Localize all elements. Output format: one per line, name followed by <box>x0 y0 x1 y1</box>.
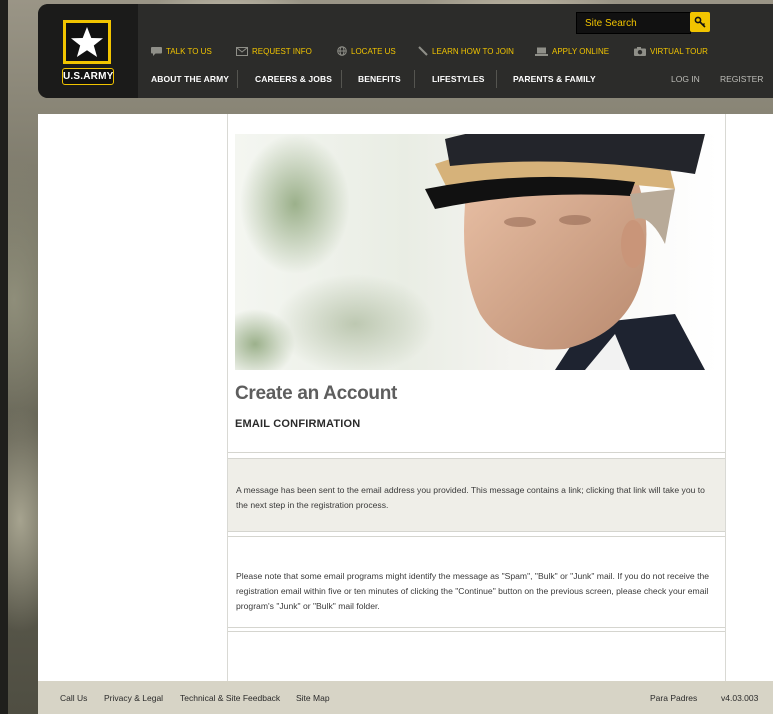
left-edge-strip <box>0 0 8 714</box>
footer-call-us-link[interactable]: Call Us <box>60 693 87 703</box>
divider <box>228 452 725 453</box>
soldier-portrait-icon <box>235 134 705 370</box>
spam-note: Please note that some email programs mig… <box>236 571 710 611</box>
footer-para-padres-link[interactable]: Para Padres <box>650 693 697 703</box>
learn-how-to-join-link[interactable]: LEARN HOW TO JOIN <box>418 45 514 57</box>
footer-privacy-legal-link[interactable]: Privacy & Legal <box>104 693 163 703</box>
left-sidebar <box>38 114 228 681</box>
nav-separator <box>496 70 497 88</box>
talk-to-us-label: TALK TO US <box>166 46 212 56</box>
nav-lifestyles[interactable]: LIFESTYLES <box>432 74 484 84</box>
nav-about-the-army[interactable]: ABOUT THE ARMY <box>151 74 229 84</box>
footer-site-map-link[interactable]: Site Map <box>296 693 330 703</box>
nav-separator <box>237 70 238 88</box>
request-info-link[interactable]: REQUEST INFO <box>236 45 312 57</box>
divider <box>228 536 725 537</box>
virtual-tour-link[interactable]: VIRTUAL TOUR <box>634 45 708 57</box>
talk-to-us-link[interactable]: TALK TO US <box>151 45 212 57</box>
camera-icon <box>634 46 646 56</box>
star-icon <box>71 27 103 57</box>
page-title: Create an Account <box>235 383 398 404</box>
nav-careers-jobs[interactable]: CAREERS & JOBS <box>255 74 332 84</box>
request-info-label: REQUEST INFO <box>252 46 312 56</box>
key-icon <box>694 16 706 28</box>
divider <box>228 631 725 632</box>
nav-separator <box>341 70 342 88</box>
chat-icon <box>151 46 162 56</box>
learn-how-to-join-label: LEARN HOW TO JOIN <box>432 46 514 56</box>
army-wordmark: U.S.ARMY <box>62 68 114 85</box>
army-star-logo[interactable] <box>63 20 111 64</box>
locate-us-label: LOCATE US <box>351 46 396 56</box>
search-button[interactable] <box>690 12 710 32</box>
locate-us-link[interactable]: LOCATE US <box>337 45 396 57</box>
pencil-icon <box>418 46 428 56</box>
globe-icon <box>337 46 347 56</box>
envelope-icon <box>236 46 248 56</box>
nav-benefits[interactable]: BENEFITS <box>358 74 401 84</box>
laptop-icon <box>535 47 548 56</box>
confirmation-message: A message has been sent to the email add… <box>236 485 705 510</box>
nav-parents-family[interactable]: PARENTS & FAMILY <box>513 74 596 84</box>
nav-separator <box>414 70 415 88</box>
register-link[interactable]: REGISTER <box>720 74 763 84</box>
footer-feedback-link[interactable]: Technical & Site Feedback <box>180 693 280 703</box>
virtual-tour-label: VIRTUAL TOUR <box>650 46 708 56</box>
footer-version: v4.03.003 <box>721 693 759 703</box>
confirmation-message-box: A message has been sent to the email add… <box>228 458 725 532</box>
page-subtitle: EMAIL CONFIRMATION <box>235 418 361 430</box>
apply-online-label: APPLY ONLINE <box>552 46 610 56</box>
apply-online-link[interactable]: APPLY ONLINE <box>535 45 609 57</box>
divider <box>228 627 725 628</box>
search-input[interactable] <box>577 13 689 33</box>
site-search <box>576 12 691 34</box>
login-link[interactable]: LOG IN <box>671 74 700 84</box>
content-right-border <box>725 114 726 681</box>
hero-soldier-image <box>235 134 719 370</box>
